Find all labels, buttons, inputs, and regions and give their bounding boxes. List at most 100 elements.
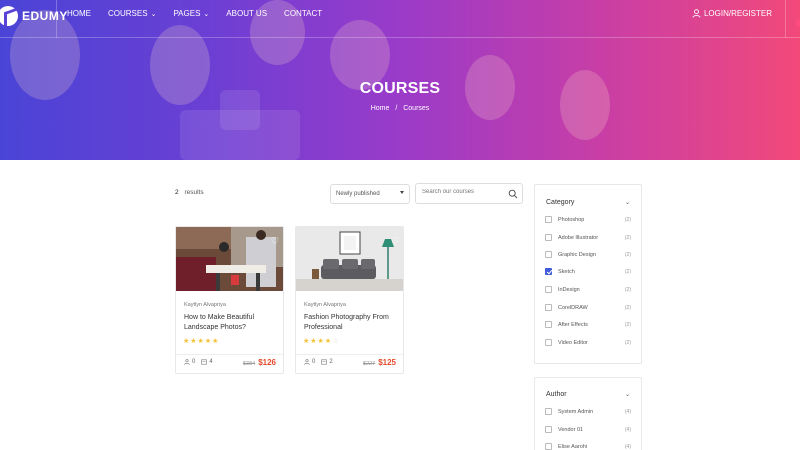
filter-option-label: After Effects [558, 321, 588, 328]
filter-option-system-admin[interactable]: System Admin (4) [545, 408, 631, 415]
filter-option-count: (2) [624, 339, 631, 346]
filter-option-label: Graphic Design [558, 251, 596, 258]
filter-option-count: (2) [624, 251, 631, 258]
course-search [415, 183, 523, 204]
card-divider [296, 354, 403, 355]
heart-icon[interactable]: ♡ [391, 236, 399, 247]
nav-item-about[interactable]: ABOUT US [226, 9, 267, 18]
card-divider [176, 354, 283, 355]
user-icon [692, 9, 701, 18]
search-input[interactable] [422, 189, 502, 195]
nav-item-pages[interactable]: PAGES ⌄ [173, 9, 209, 18]
main-nav: HOME COURSES ⌄ PAGES ⌄ ABOUT US CONTACT [67, 9, 339, 18]
checkbox[interactable] [545, 286, 552, 293]
brand-logo[interactable]: EDUMY [0, 6, 68, 26]
heart-icon[interactable]: ♡ [271, 236, 279, 247]
chevron-down-icon[interactable]: ⌄ [625, 199, 630, 206]
course-thumbnail[interactable]: ♡ [296, 227, 403, 291]
top-navigation-bar: EDUMY HOME COURSES ⌄ PAGES ⌄ ABOUT US CO… [0, 0, 800, 38]
course-author[interactable]: Kaytlyn Alvapriya [184, 302, 226, 308]
author-filter-title[interactable]: Author [546, 391, 567, 398]
filter-option-adobe-illustrator[interactable]: Adobe Illustrator (2) [545, 234, 631, 241]
lessons-icon [321, 359, 328, 365]
rating-stars: ★★★★★ [183, 338, 220, 345]
category-filter-title[interactable]: Category [546, 199, 574, 206]
checkbox[interactable] [545, 321, 552, 328]
filter-option-count: (2) [624, 286, 631, 293]
login-register-link[interactable]: LOGIN/REGISTER [692, 9, 772, 18]
lessons-count: 2 [329, 359, 333, 365]
filter-option-photoshop[interactable]: Photoshop (2) [545, 216, 631, 223]
filter-option-indesign[interactable]: InDesign (2) [545, 286, 631, 293]
checkbox-checked[interactable] [545, 268, 552, 275]
course-thumbnail[interactable]: ♡ [176, 227, 283, 291]
chevron-down-icon[interactable]: ⌄ [625, 391, 630, 398]
checkbox[interactable] [545, 408, 552, 415]
nav-item-label: PAGES [173, 9, 201, 18]
filter-option-coreldraw[interactable]: CorelDRAW (2) [545, 304, 631, 311]
lessons-count: 4 [209, 359, 213, 365]
course-rating: ★★★★★ [183, 337, 219, 345]
filter-option-label: CorelDRAW [558, 304, 588, 311]
filter-option-count: (4) [624, 426, 631, 433]
logo-icon [0, 6, 18, 26]
cart-icon[interactable] [796, 19, 800, 27]
login-label: LOGIN/REGISTER [703, 9, 772, 18]
nav-item-contact[interactable]: CONTACT [284, 9, 322, 18]
checkbox[interactable] [545, 443, 552, 450]
filter-option-count: (2) [624, 216, 631, 223]
sale-price: $126 [258, 358, 276, 367]
checkbox[interactable] [545, 216, 552, 223]
nav-item-label: ABOUT US [226, 9, 268, 18]
filter-option-video-editor[interactable]: Video Editor (2) [545, 339, 631, 346]
filter-option-vendor-01[interactable]: Vendor 01 (4) [545, 426, 631, 433]
course-card[interactable]: ♡ Kaytlyn Alvapriya Fashion Photography … [295, 226, 404, 374]
checkbox[interactable] [545, 251, 552, 258]
logo-divider [56, 0, 57, 38]
filter-option-elise-aarohi[interactable]: Elise Aarohi (4) [545, 443, 631, 450]
course-rating: ★★★★☆ [303, 337, 339, 345]
author-filter: Author ⌄ System Admin (4) Vendor 01 (4) … [534, 377, 642, 450]
caret-down-icon [400, 191, 404, 194]
filter-option-label: Vendor 01 [558, 426, 584, 433]
result-count: 2 results [175, 189, 204, 196]
course-meta: 0 4 [184, 359, 219, 365]
nav-item-courses[interactable]: COURSES ⌄ [108, 9, 156, 18]
course-author[interactable]: Kaytlyn Alvapriya [304, 302, 346, 308]
filter-option-count: (2) [624, 268, 631, 275]
filter-option-label: Adobe Illustrator [558, 234, 599, 241]
search-icon[interactable] [508, 189, 518, 199]
course-title[interactable]: How to Make Beautiful Landscape Photos? [184, 313, 276, 333]
checkbox[interactable] [545, 234, 552, 241]
sort-select[interactable]: Newly published [330, 184, 410, 204]
filter-option-label: Photoshop [558, 216, 585, 223]
sale-price: $125 [378, 358, 396, 367]
breadcrumb-home[interactable]: Home [371, 105, 390, 112]
students-icon [184, 359, 190, 365]
filter-option-graphic-design[interactable]: Graphic Design (2) [545, 251, 631, 258]
nav-item-home[interactable]: HOME [67, 9, 91, 18]
filter-option-count: (2) [624, 234, 631, 241]
checkbox[interactable] [545, 339, 552, 346]
nav-item-label: HOME [67, 9, 91, 18]
students-count: 0 [192, 359, 196, 365]
original-price: $384 [242, 361, 256, 367]
breadcrumb-separator: / [395, 105, 398, 112]
header-divider [785, 0, 786, 38]
checkbox[interactable] [545, 426, 552, 433]
filter-option-label: Video Editor [558, 339, 588, 346]
filter-option-count: (2) [624, 304, 631, 311]
filter-option-after-effects[interactable]: After Effects (2) [545, 321, 631, 328]
page-title: COURSES [359, 80, 441, 97]
filter-option-sketch[interactable]: Sketch (2) [545, 268, 631, 275]
course-title[interactable]: Fashion Photography From Professional [304, 313, 396, 333]
checkbox[interactable] [545, 304, 552, 311]
rating-stars: ★★★★ [303, 338, 333, 345]
course-card[interactable]: ♡ Kaytlyn Alvapriya How to Make Beautifu… [175, 226, 284, 374]
filter-option-label: Sketch [558, 268, 575, 275]
rating-star-empty: ☆ [332, 338, 340, 345]
lessons-icon [201, 359, 208, 365]
breadcrumb-current: Courses [403, 105, 430, 112]
brand-name: EDUMY [22, 9, 68, 23]
course-price: $227 $125 [363, 358, 396, 367]
